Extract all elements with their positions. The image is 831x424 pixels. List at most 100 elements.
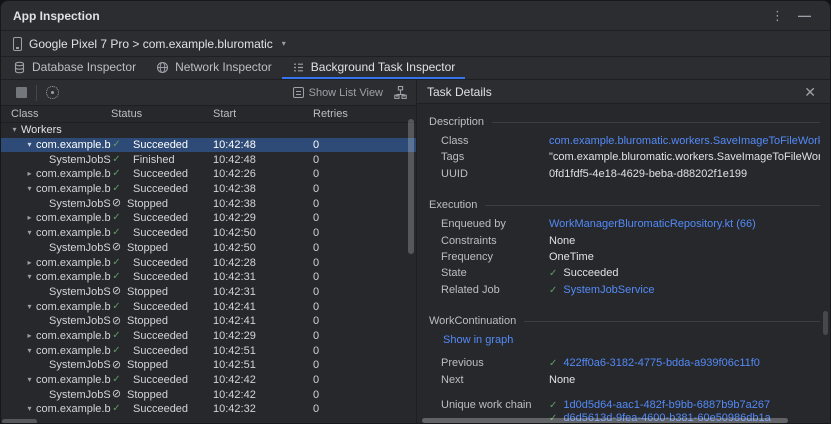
chevron-down-icon[interactable]: ▾ [23, 229, 36, 237]
table-row[interactable]: ▾com.example.bl✓Succeeded10:42:500 [1, 226, 416, 241]
table-row[interactable]: SystemJobSe✓Finished10:42:480 [1, 152, 416, 167]
cell-start: 10:42:28 [213, 257, 313, 269]
live-capture-icon[interactable] [46, 86, 59, 99]
vertical-scrollbar[interactable] [823, 311, 828, 335]
cell-class: ▾com.example.bl [1, 139, 111, 151]
table-row[interactable]: SystemJobSe⊘Stopped10:42:420 [1, 387, 416, 402]
detail-text: "com.example.bluromatic.workers.SaveImag… [549, 151, 820, 163]
chevron-down-icon[interactable]: ▾ [23, 376, 36, 384]
chevron-right-icon[interactable]: ▸ [23, 259, 36, 267]
table-row[interactable]: SystemJobSe⊘Stopped10:42:510 [1, 358, 416, 373]
cell-start: 10:42:48 [213, 139, 313, 151]
table-row[interactable]: ▾com.example.bl✓Succeeded10:42:320 [1, 402, 416, 417]
stopped-icon: ⊘ [111, 389, 122, 400]
status-label: Stopped [127, 359, 168, 371]
table-row[interactable]: ▾com.example.bl✓Succeeded10:42:410 [1, 299, 416, 314]
tab-background-task-inspector[interactable]: Background Task Inspector [282, 57, 466, 79]
detail-link[interactable]: 1d0d5d64-aac1-482f-b9bb-6887b9b7a267 [563, 399, 770, 411]
success-icon: ✓ [111, 213, 122, 223]
cell-class: SystemJobSe [1, 315, 111, 327]
tab-label: Database Inspector [32, 60, 136, 74]
detail-link[interactable]: com.example.bluromatic.workers.SaveImage… [549, 135, 820, 147]
column-header-start[interactable]: Start [213, 108, 313, 120]
cell-status: ✓Succeeded [111, 330, 213, 342]
show-in-graph-link[interactable]: Show in graph [443, 334, 513, 346]
class-name: com.example.bl [36, 345, 111, 357]
column-header-retries[interactable]: Retries [313, 108, 416, 120]
section-title: Description [429, 116, 484, 128]
status-label: Succeeded [133, 374, 188, 386]
stopped-icon: ⊘ [111, 360, 122, 371]
table-row[interactable]: ▾com.example.bl✓Succeeded10:42:310 [1, 270, 416, 285]
chevron-right-icon[interactable]: ▸ [23, 214, 36, 222]
table-row[interactable]: SystemJobSe⊘Stopped10:42:380 [1, 196, 416, 211]
class-name: com.example.bl [36, 374, 111, 386]
cell-start: 10:42:50 [213, 227, 313, 239]
detail-value: com.example.bluromatic.workers.SaveImage… [549, 135, 820, 147]
table-row[interactable]: ▾com.example.bl✓Succeeded10:42:510 [1, 343, 416, 358]
cell-retries: 0 [313, 345, 416, 357]
close-icon[interactable]: ✕ [800, 83, 820, 101]
table-row[interactable]: ▸com.example.bl✓Succeeded10:42:290 [1, 211, 416, 226]
success-icon: ✓ [111, 404, 122, 414]
chevron-right-icon[interactable]: ▸ [23, 332, 36, 340]
table-row[interactable]: ▾com.example.bl✓Succeeded10:42:380 [1, 182, 416, 197]
class-name: com.example.bl [36, 168, 111, 180]
table-row[interactable]: ▸com.example.bl✓Succeeded10:42:290 [1, 329, 416, 344]
device-process-bar[interactable]: Google Pixel 7 Pro > com.example.bluroma… [1, 31, 830, 57]
chevron-down-icon[interactable]: ▾ [23, 141, 36, 149]
cell-status: ✓Succeeded [111, 271, 213, 283]
cell-class: SystemJobSe [1, 198, 111, 210]
cell-status: ⊘Stopped [111, 242, 213, 254]
chevron-down-icon[interactable]: ▾ [23, 303, 36, 311]
cell-retries: 0 [313, 374, 416, 386]
table-row[interactable]: SystemJobSe⊘Stopped10:42:410 [1, 314, 416, 329]
cell-retries: 0 [313, 154, 416, 166]
detail-link[interactable]: 422ff0a6-3182-4775-bdda-a939f06c11f0 [563, 357, 760, 369]
stopped-icon: ⊘ [111, 198, 122, 209]
show-list-view-button[interactable]: Show List View [293, 87, 383, 99]
minimize-icon[interactable]: — [791, 6, 818, 25]
table-row[interactable]: ▾com.example.bl✓Succeeded10:42:420 [1, 373, 416, 388]
detail-link[interactable]: SystemJobService [563, 284, 654, 296]
horizontal-scrollbar[interactable] [2, 419, 37, 424]
chevron-down-icon[interactable]: ▾ [282, 39, 286, 48]
table-row[interactable]: SystemJobSe⊘Stopped10:42:310 [1, 285, 416, 300]
horizontal-scrollbar[interactable] [422, 418, 788, 423]
success-icon: ✓ [549, 285, 557, 296]
chevron-down-icon[interactable]: ▾ [23, 405, 36, 413]
detail-text: None [549, 235, 575, 247]
section-rule [492, 122, 820, 123]
detail-link[interactable]: WorkManagerBluromaticRepository.kt (66) [549, 218, 756, 230]
column-header-status[interactable]: Status [111, 108, 213, 120]
kebab-menu-icon[interactable]: ⋮ [764, 6, 791, 25]
chevron-down-icon[interactable]: ▾ [8, 126, 21, 134]
table-group-row[interactable]: ▾Workers [1, 123, 416, 138]
cell-status: ⊘Stopped [111, 315, 213, 327]
column-header-class[interactable]: Class [1, 108, 111, 120]
graph-view-icon[interactable] [393, 85, 408, 100]
chevron-down-icon[interactable]: ▾ [23, 185, 36, 193]
tab-network-inspector[interactable]: Network Inspector [146, 57, 282, 79]
chevron-down-icon[interactable]: ▾ [23, 273, 36, 281]
chevron-right-icon[interactable]: ▸ [23, 170, 36, 178]
tab-database-inspector[interactable]: Database Inspector [3, 57, 146, 79]
detail-value: ✓ SystemJobService [549, 284, 820, 296]
class-name: com.example.bl [36, 403, 111, 415]
vertical-scrollbar[interactable] [408, 119, 414, 254]
cell-class: ▸com.example.bl [1, 257, 111, 269]
table-row[interactable]: ▸com.example.bl✓Succeeded10:42:280 [1, 255, 416, 270]
stop-inspection-icon[interactable] [16, 87, 27, 98]
cell-class: SystemJobSe [1, 359, 111, 371]
device-process-selector[interactable]: Google Pixel 7 Pro > com.example.bluroma… [29, 37, 273, 51]
table-row[interactable]: ▾com.example.bl✓Succeeded10:42:480 [1, 138, 416, 153]
chevron-down-icon[interactable]: ▾ [23, 347, 36, 355]
panel-title: App Inspection [13, 9, 100, 23]
cell-class: ▾com.example.bl [1, 403, 111, 415]
detail-label: Frequency [441, 251, 549, 263]
cell-start: 10:42:48 [213, 154, 313, 166]
success-icon: ✓ [111, 331, 122, 341]
table-row[interactable]: SystemJobSe⊘Stopped10:42:500 [1, 241, 416, 256]
cell-start: 10:42:26 [213, 168, 313, 180]
table-row[interactable]: ▸com.example.bl✓Succeeded10:42:260 [1, 167, 416, 182]
